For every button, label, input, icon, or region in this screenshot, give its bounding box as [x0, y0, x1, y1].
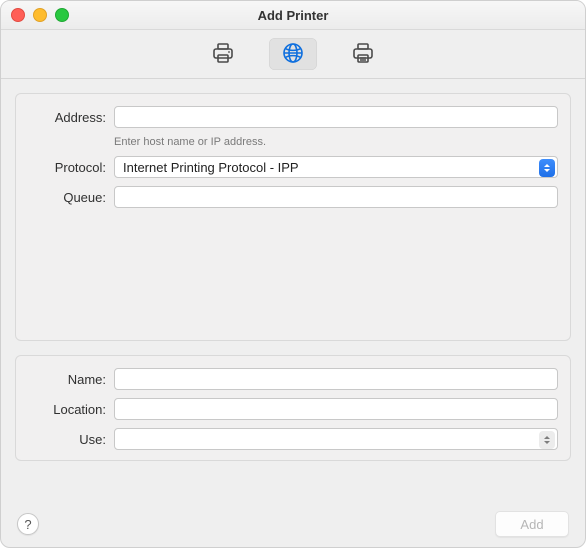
address-input[interactable]	[114, 106, 558, 128]
add-button-label: Add	[520, 517, 543, 532]
connection-panel: Address: Enter host name or IP address. …	[15, 93, 571, 341]
window-title: Add Printer	[1, 8, 585, 23]
tab-default[interactable]	[199, 38, 247, 70]
location-label: Location:	[28, 402, 114, 417]
address-label: Address:	[28, 110, 114, 125]
tab-group	[199, 38, 387, 70]
titlebar: Add Printer	[1, 1, 585, 30]
help-icon: ?	[24, 517, 31, 532]
help-button[interactable]: ?	[17, 513, 39, 535]
use-select[interactable]	[114, 428, 558, 450]
chevron-up-down-icon	[539, 431, 555, 449]
tab-windows[interactable]	[339, 38, 387, 70]
address-hint: Enter host name or IP address.	[114, 136, 558, 148]
chevron-up-down-icon	[539, 159, 555, 177]
protocol-select[interactable]: Internet Printing Protocol - IPP	[114, 156, 558, 178]
add-printer-window: Add Printer	[0, 0, 586, 548]
details-panel: Name: Location: Use:	[15, 355, 571, 461]
location-input[interactable]	[114, 398, 558, 420]
footer: ? Add	[1, 501, 585, 547]
add-button[interactable]: Add	[495, 511, 569, 537]
name-label: Name:	[28, 372, 114, 387]
toolbar	[1, 30, 585, 79]
printer-icon	[211, 42, 235, 67]
tab-ip[interactable]	[269, 38, 317, 70]
content-area: Address: Enter host name or IP address. …	[1, 79, 585, 501]
queue-input[interactable]	[114, 186, 558, 208]
printer-advanced-icon	[351, 42, 375, 67]
protocol-value: Internet Printing Protocol - IPP	[123, 160, 533, 175]
name-input[interactable]	[114, 368, 558, 390]
globe-icon	[281, 42, 305, 67]
use-label: Use:	[28, 432, 114, 447]
queue-label: Queue:	[28, 190, 114, 205]
protocol-label: Protocol:	[28, 160, 114, 175]
